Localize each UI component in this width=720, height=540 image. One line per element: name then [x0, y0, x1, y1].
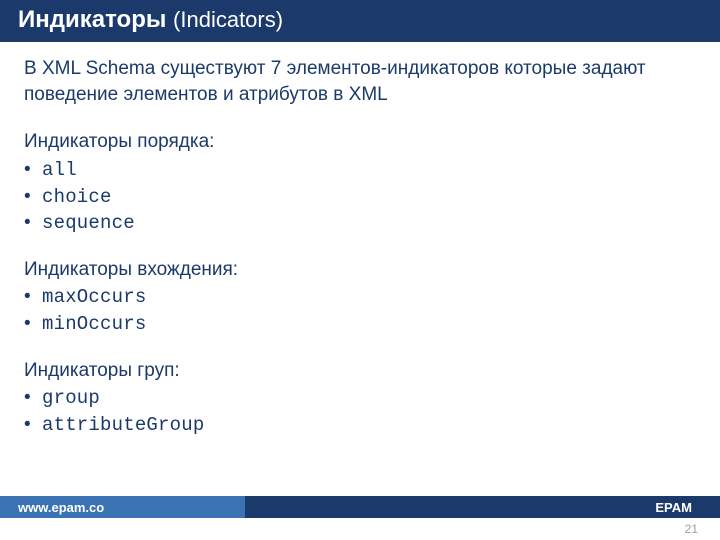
item-text: choice [42, 185, 112, 211]
bullet-icon: • [24, 184, 42, 210]
section-heading: Индикаторы порядка: [24, 129, 696, 155]
section-1: Индикаторы вхождения: •maxOccurs •minOcc… [24, 257, 696, 338]
footer-bar: www.epam.co EPAM [0, 496, 720, 518]
list-item: •group [24, 385, 696, 412]
bullet-icon: • [24, 311, 42, 337]
item-text: maxOccurs [42, 285, 146, 311]
list-item: •minOccurs [24, 311, 696, 338]
bullet-icon: • [24, 210, 42, 236]
intro-text: В XML Schema существуют 7 элементов-инди… [24, 56, 696, 107]
page-number: 21 [685, 522, 698, 536]
list-item: •sequence [24, 210, 696, 237]
section-heading: Индикаторы груп: [24, 358, 696, 384]
title-bar: Индикаторы (Indicators) [0, 0, 720, 42]
item-text: attributeGroup [42, 413, 204, 439]
content-area: В XML Schema существуют 7 элементов-инди… [0, 42, 720, 439]
item-text: group [42, 386, 100, 412]
item-text: minOccurs [42, 312, 146, 338]
list-item: •attributeGroup [24, 412, 696, 439]
item-text: all [42, 158, 77, 184]
slide: Индикаторы (Indicators) В XML Schema сущ… [0, 0, 720, 540]
section-0: Индикаторы порядка: •all •choice •sequen… [24, 129, 696, 237]
bullet-list: •maxOccurs •minOccurs [24, 284, 696, 337]
slide-subtitle: (Indicators) [173, 7, 283, 32]
section-2: Индикаторы груп: •group •attributeGroup [24, 358, 696, 439]
bullet-list: •all •choice •sequence [24, 157, 696, 237]
bullet-icon: • [24, 412, 42, 438]
list-item: •choice [24, 184, 696, 211]
bullet-list: •group •attributeGroup [24, 385, 696, 438]
bullet-icon: • [24, 157, 42, 183]
list-item: •all [24, 157, 696, 184]
footer-url: www.epam.co [0, 496, 245, 518]
bullet-icon: • [24, 385, 42, 411]
slide-title: Индикаторы [18, 6, 166, 33]
bullet-icon: • [24, 284, 42, 310]
list-item: •maxOccurs [24, 284, 696, 311]
item-text: sequence [42, 211, 135, 237]
section-heading: Индикаторы вхождения: [24, 257, 696, 283]
footer-brand: EPAM [245, 496, 720, 518]
